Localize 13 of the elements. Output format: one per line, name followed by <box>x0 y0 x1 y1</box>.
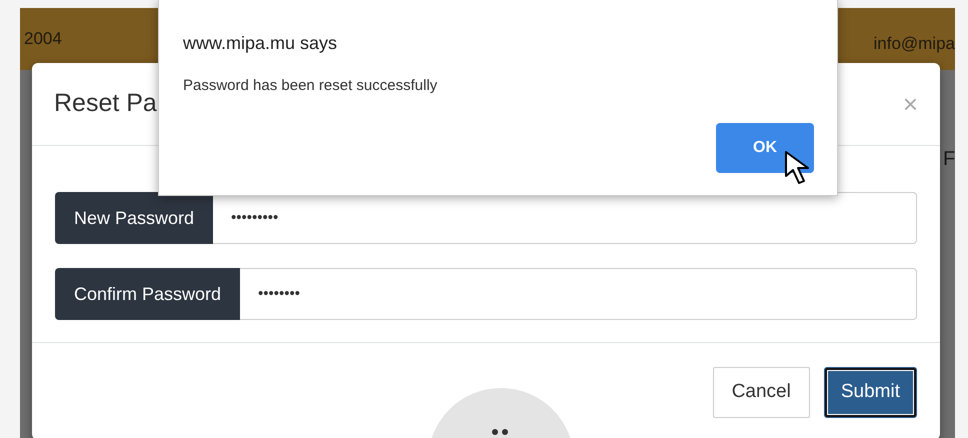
date-text: 2004 <box>24 28 62 50</box>
cancel-button[interactable]: Cancel <box>712 367 810 418</box>
email-text: info@mipa <box>873 33 955 56</box>
field-label: Confirm Password <box>55 268 240 320</box>
modal-title: Reset Pa <box>54 88 157 120</box>
page-text: F <box>943 147 956 172</box>
field-label: New Password <box>55 192 214 244</box>
alert-title: www.mipa.mu says <box>183 32 338 55</box>
submit-button[interactable]: Submit <box>824 367 917 418</box>
password-field[interactable]: •••••••• <box>240 268 917 320</box>
alert-message: Password has been reset successfully <box>183 76 438 96</box>
ok-button[interactable]: OK <box>716 123 814 173</box>
password-field[interactable]: ••••••••• <box>213 192 917 244</box>
